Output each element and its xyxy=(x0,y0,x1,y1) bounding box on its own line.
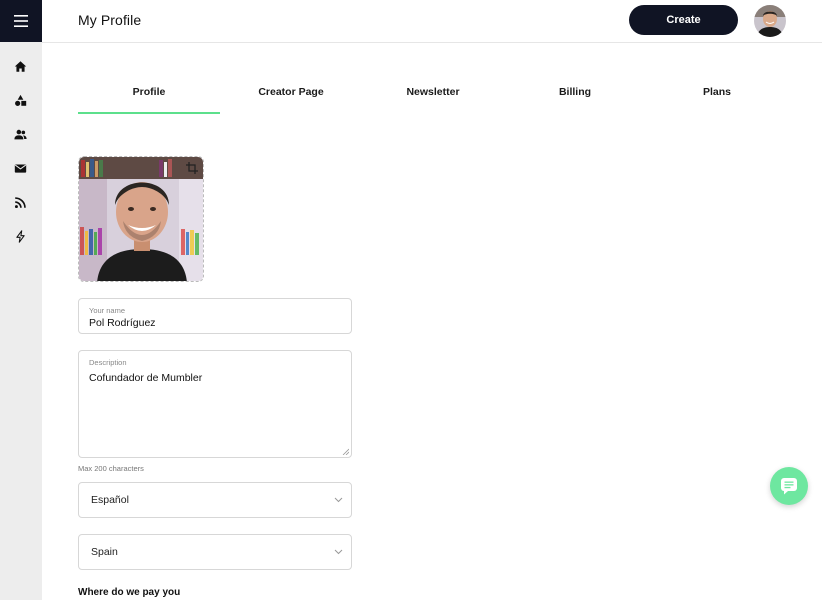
tab-billing[interactable]: Billing xyxy=(504,78,646,114)
menu-button[interactable] xyxy=(0,0,42,42)
chevron-down-icon xyxy=(334,497,343,503)
sidebar-item-feed[interactable] xyxy=(12,194,28,210)
description-hint: Max 200 characters xyxy=(78,464,144,473)
top-bar: My Profile Create xyxy=(42,0,822,43)
description-field-label: Description xyxy=(89,358,127,367)
sidebar-item-automation[interactable] xyxy=(12,228,28,244)
description-field-value: Cofundador de Mumbler xyxy=(89,372,203,384)
sidebar xyxy=(0,0,42,600)
profile-photo-upload[interactable] xyxy=(78,156,204,282)
country-select-value: Spain xyxy=(91,546,118,558)
sidebar-item-mail[interactable] xyxy=(12,160,28,176)
create-button[interactable]: Create xyxy=(629,5,738,35)
avatar-photo xyxy=(754,5,786,37)
avatar[interactable] xyxy=(754,5,786,37)
name-field-value: Pol Rodríguez xyxy=(89,317,156,329)
tab-profile[interactable]: Profile xyxy=(78,78,220,114)
users-icon xyxy=(13,129,27,139)
chat-button[interactable] xyxy=(770,467,808,505)
shapes-icon xyxy=(14,94,26,106)
tab-plans[interactable]: Plans xyxy=(646,78,788,114)
resize-handle-icon[interactable] xyxy=(342,448,349,455)
rss-icon xyxy=(14,196,26,208)
country-select[interactable]: Spain xyxy=(78,534,352,570)
tab-newsletter[interactable]: Newsletter xyxy=(362,78,504,114)
chat-icon xyxy=(781,478,797,495)
home-icon xyxy=(14,60,26,72)
language-select[interactable]: Español xyxy=(78,482,352,518)
hamburger-icon xyxy=(14,15,28,27)
mail-icon xyxy=(14,163,26,173)
chevron-down-icon xyxy=(334,549,343,555)
sidebar-item-users[interactable] xyxy=(12,126,28,142)
page-title: My Profile xyxy=(78,12,142,28)
payout-section-heading: Where do we pay you xyxy=(78,587,181,598)
bolt-icon xyxy=(15,229,25,243)
description-field[interactable]: Description Cofundador de Mumbler xyxy=(78,350,352,458)
name-field[interactable]: Your name Pol Rodríguez xyxy=(78,298,352,334)
crop-icon[interactable] xyxy=(186,162,198,174)
sidebar-item-shapes[interactable] xyxy=(12,92,28,108)
profile-tabs: Profile Creator Page Newsletter Billing … xyxy=(78,78,788,114)
name-field-label: Your name xyxy=(89,306,125,315)
sidebar-item-home[interactable] xyxy=(12,58,28,74)
language-select-value: Español xyxy=(91,494,129,506)
tab-creator-page[interactable]: Creator Page xyxy=(220,78,362,114)
profile-photo xyxy=(79,157,203,281)
